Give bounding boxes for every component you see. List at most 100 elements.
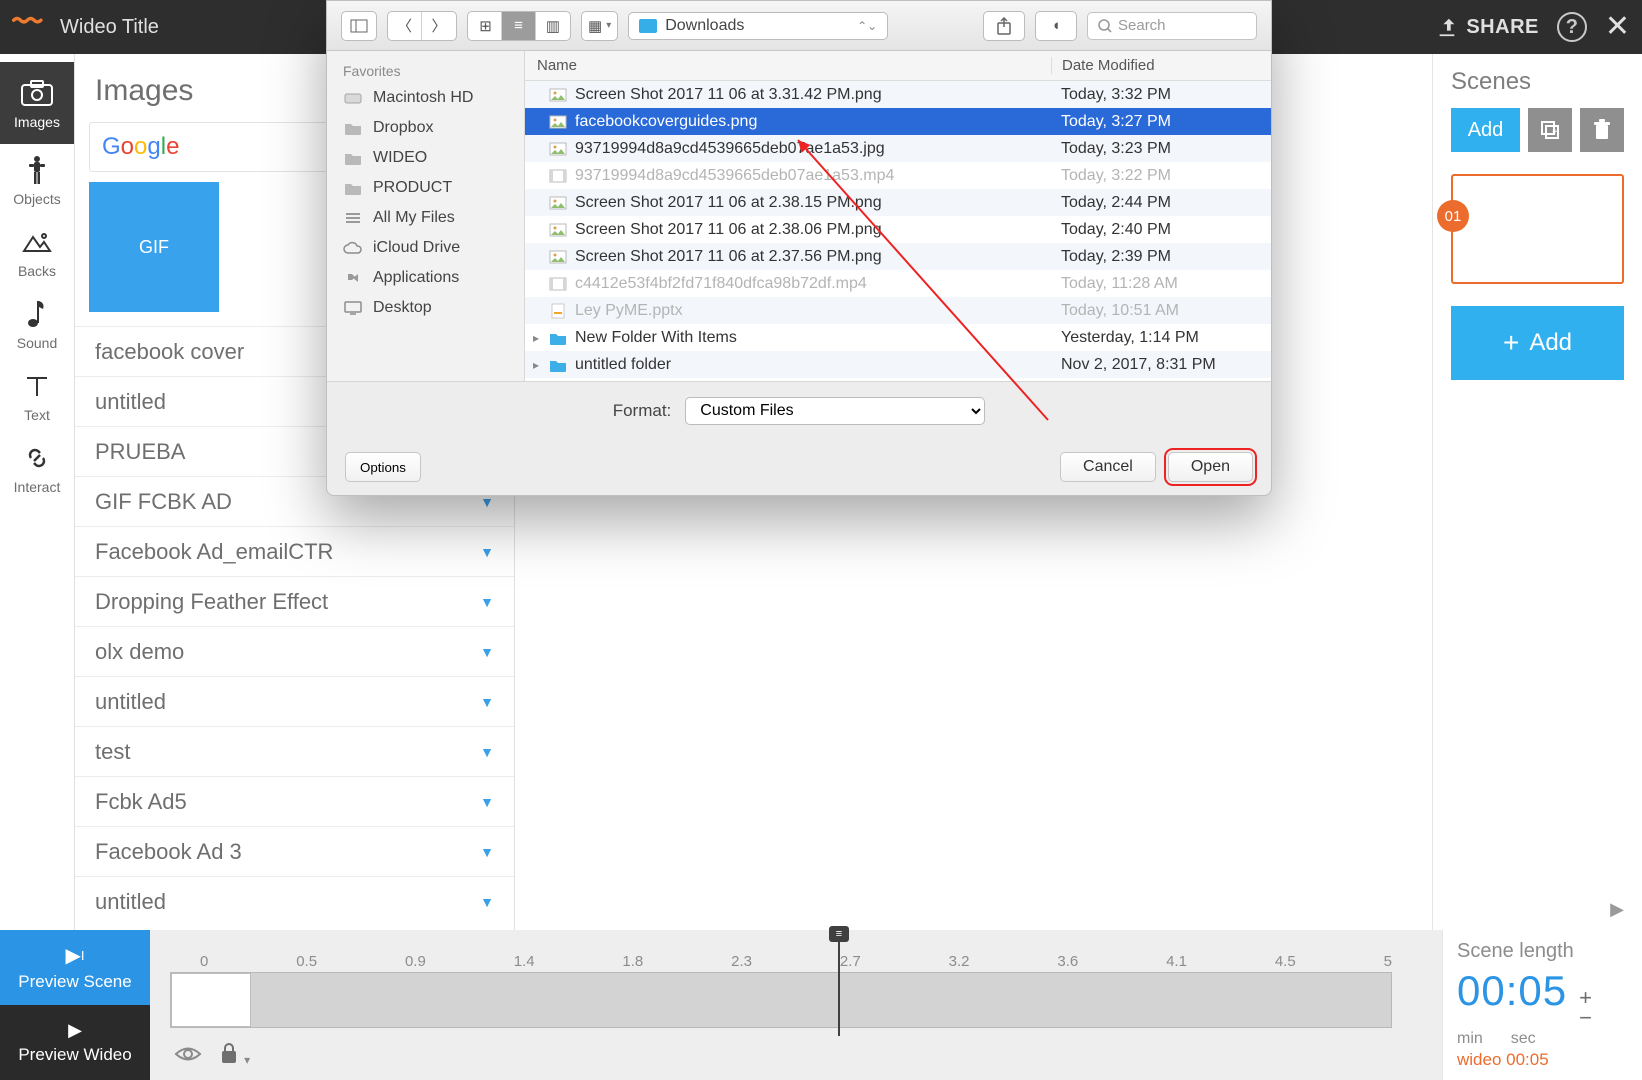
folder-icon bbox=[343, 150, 363, 166]
file-row[interactable]: facebookcoverguides.pngToday, 3:27 PM bbox=[525, 108, 1271, 135]
images-list-item[interactable]: Dropping Feather Effect▼ bbox=[75, 576, 514, 626]
file-row[interactable]: Screen Shot 2017 11 06 at 2.38.06 PM.png… bbox=[525, 216, 1271, 243]
timeline-playhead[interactable]: ≡ bbox=[838, 932, 840, 1036]
col-name[interactable]: Name bbox=[525, 57, 1051, 74]
list-item-label: Facebook Ad_emailCTR bbox=[95, 539, 333, 565]
expand-triangle-icon[interactable]: ▸ bbox=[525, 358, 547, 372]
chevron-updown-icon: ⌃⌄ bbox=[857, 19, 877, 33]
project-title[interactable]: Wideo Title bbox=[60, 16, 159, 39]
images-list-item[interactable]: Facebook Ad_emailCTR▼ bbox=[75, 526, 514, 576]
file-date: Today, 3:27 PM bbox=[1051, 113, 1271, 131]
expand-triangle-icon[interactable]: ▸ bbox=[525, 331, 547, 345]
apps-icon bbox=[343, 270, 363, 286]
images-list-item[interactable]: test▼ bbox=[75, 726, 514, 776]
images-list-item[interactable]: olx demo▼ bbox=[75, 626, 514, 676]
options-button[interactable]: Options bbox=[345, 452, 421, 482]
tab-interact[interactable]: Interact bbox=[0, 432, 74, 504]
file-row[interactable]: Screen Shot 2017 11 06 at 2.37.56 PM.png… bbox=[525, 243, 1271, 270]
preview-wideo-button[interactable]: ▶ Preview Wideo bbox=[0, 1005, 150, 1080]
tab-sound[interactable]: Sound bbox=[0, 288, 74, 360]
dialog-search-input[interactable]: Search bbox=[1087, 12, 1257, 40]
ruler-tick: 2.7 bbox=[840, 953, 861, 970]
cancel-button[interactable]: Cancel bbox=[1060, 452, 1156, 482]
scenes-delete-button[interactable] bbox=[1580, 108, 1624, 152]
open-button[interactable]: Open bbox=[1168, 452, 1253, 482]
length-decrease[interactable]: − bbox=[1579, 1008, 1592, 1028]
timeline[interactable]: 00.50.91.41.82.32.73.23.64.14.55 ≡ ▾ bbox=[150, 930, 1442, 1080]
images-list-item[interactable]: untitled▼ bbox=[75, 876, 514, 926]
person-icon bbox=[20, 153, 54, 187]
scenes-add-button[interactable]: Add bbox=[1451, 108, 1520, 152]
sidebar-item[interactable]: Macintosh HD bbox=[327, 83, 524, 113]
tab-images[interactable]: Images bbox=[0, 62, 74, 144]
sidebar-item[interactable]: PRODUCT bbox=[327, 173, 524, 203]
scene-length-box: Scene length 00:05 +− minsec wideo 00:05 bbox=[1442, 930, 1642, 1080]
timeline-track[interactable] bbox=[170, 972, 1392, 1028]
location-popup[interactable]: Downloads ⌃⌄ bbox=[628, 12, 888, 40]
visibility-toggle[interactable] bbox=[174, 1043, 202, 1069]
scenes-big-add-button[interactable]: +Add bbox=[1451, 306, 1624, 380]
tab-text[interactable]: Text bbox=[0, 360, 74, 432]
format-row: Format: Custom Files bbox=[327, 381, 1271, 439]
sidebar-item[interactable]: WIDEO bbox=[327, 143, 524, 173]
grid-icon: ⊞ bbox=[479, 17, 490, 35]
tab-objects[interactable]: Objects bbox=[0, 144, 74, 216]
file-date: Today, 3:22 PM bbox=[1051, 167, 1271, 185]
view-list[interactable]: ≡ bbox=[502, 12, 536, 40]
file-row[interactable]: 93719994d8a9cd4539665deb07ae1a53.mp4Toda… bbox=[525, 162, 1271, 189]
ruler-tick: 0.9 bbox=[405, 953, 426, 970]
sidebar-item[interactable]: Desktop bbox=[327, 293, 524, 323]
sidebar-item[interactable]: Applications bbox=[327, 263, 524, 293]
scene-thumbnail-01[interactable]: 01 bbox=[1451, 174, 1624, 284]
preview-wideo-label: Preview Wideo bbox=[18, 1045, 131, 1065]
file-row[interactable]: 93719994d8a9cd4539665deb07ae1a53.jpgToda… bbox=[525, 135, 1271, 162]
forward-button[interactable]: 〉 bbox=[422, 12, 456, 40]
min-label: min bbox=[1457, 1030, 1483, 1048]
sidebar-toggle[interactable] bbox=[341, 11, 377, 41]
group-by-menu[interactable]: ▦ ▾ bbox=[581, 11, 618, 41]
col-date[interactable]: Date Modified bbox=[1051, 57, 1271, 74]
share-action[interactable] bbox=[983, 11, 1025, 41]
images-list-item[interactable]: Facebook Ad 3▼ bbox=[75, 826, 514, 876]
format-select[interactable]: Custom Files bbox=[685, 397, 985, 425]
open-label: Open bbox=[1191, 458, 1230, 475]
preview-scene-label: Preview Scene bbox=[18, 972, 131, 992]
back-button[interactable]: 〈 bbox=[388, 12, 422, 40]
images-list-item[interactable]: untitled▼ bbox=[75, 676, 514, 726]
close-button[interactable]: ✕ bbox=[1605, 12, 1630, 42]
wideo-logo bbox=[12, 10, 46, 44]
file-columns-header[interactable]: Name Date Modified bbox=[525, 51, 1271, 81]
disk-icon bbox=[343, 90, 363, 106]
preview-scene-button[interactable]: ▶I Preview Scene bbox=[0, 930, 150, 1005]
scenes-duplicate-button[interactable]: + bbox=[1528, 108, 1572, 152]
tab-backs[interactable]: Backs bbox=[0, 216, 74, 288]
columns-icon: ▥ bbox=[546, 17, 560, 35]
sidebar-item[interactable]: Dropbox bbox=[327, 113, 524, 143]
file-row[interactable]: Screen Shot 2017 11 06 at 2.38.15 PM.png… bbox=[525, 189, 1271, 216]
timeline-clip[interactable] bbox=[171, 973, 251, 1027]
file-type-icon bbox=[547, 113, 569, 131]
list-item-label: test bbox=[95, 739, 130, 765]
share-button[interactable]: SHARE bbox=[1436, 16, 1539, 39]
lock-toggle[interactable]: ▾ bbox=[220, 1042, 250, 1070]
tags-action[interactable]: ◖ bbox=[1035, 11, 1077, 41]
link-icon bbox=[20, 441, 54, 475]
view-icons[interactable]: ⊞ bbox=[468, 12, 502, 40]
timeline-footer: ▾ bbox=[150, 1036, 1442, 1076]
file-row[interactable]: c4412e53f4bf2fd71f840dfca98b72df.mp4Toda… bbox=[525, 270, 1271, 297]
view-columns[interactable]: ▥ bbox=[536, 12, 570, 40]
dialog-toolbar: 〈 〉 ⊞ ≡ ▥ ▦ ▾ Downloads ⌃⌄ ◖ Search bbox=[327, 1, 1271, 51]
file-row[interactable]: ▸New Folder With ItemsYesterday, 1:14 PM bbox=[525, 324, 1271, 351]
images-list-item[interactable]: Fcbk Ad5▼ bbox=[75, 776, 514, 826]
help-button[interactable]: ? bbox=[1557, 12, 1587, 42]
file-row[interactable]: ▸untitled folderNov 2, 2017, 8:31 PM bbox=[525, 351, 1271, 378]
stack-icon bbox=[343, 210, 363, 226]
list-item-label: untitled bbox=[95, 889, 166, 915]
sidebar-item[interactable]: iCloud Drive bbox=[327, 233, 524, 263]
tab-text-label: Text bbox=[24, 407, 50, 423]
gif-tile[interactable]: GIF bbox=[89, 182, 219, 312]
sidebar-item[interactable]: All My Files bbox=[327, 203, 524, 233]
chevron-right-icon[interactable]: ▶ bbox=[1610, 899, 1624, 920]
file-row[interactable]: Ley PyME.pptxToday, 10:51 AM bbox=[525, 297, 1271, 324]
file-row[interactable]: Screen Shot 2017 11 06 at 3.31.42 PM.png… bbox=[525, 81, 1271, 108]
